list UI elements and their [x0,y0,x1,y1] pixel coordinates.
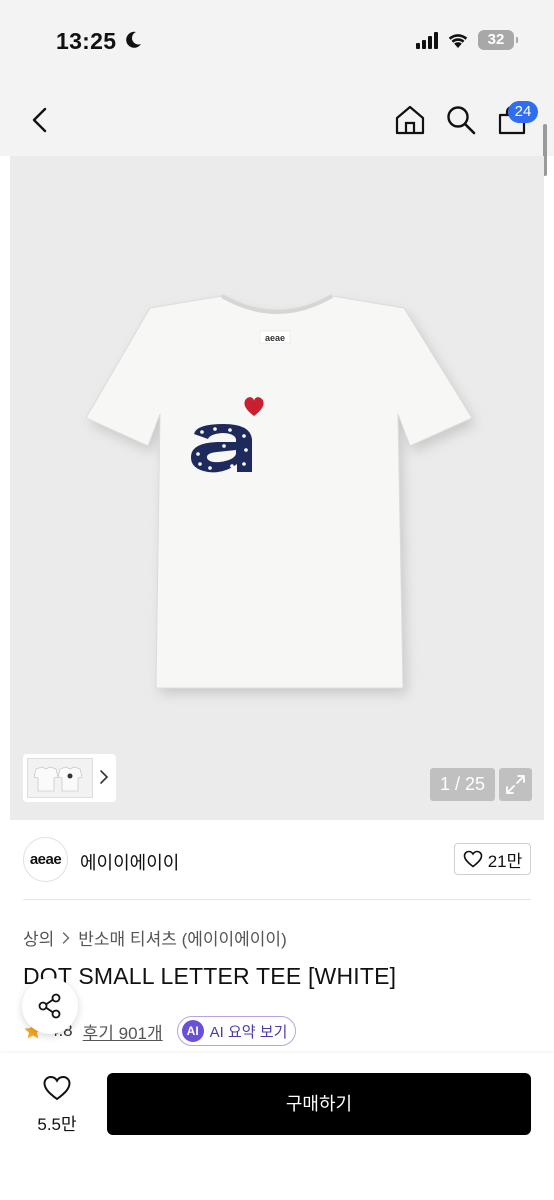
heart-outline-icon [43,1075,71,1101]
divider [23,899,531,900]
bottom-action-bar: 5.5만 구매하기 [0,1053,554,1200]
product-image-gallery[interactable]: aeae 1 / 25 [10,156,544,820]
brand-row: aeae 에이이에이이 21만 [0,820,554,900]
moon-icon [126,31,141,48]
ai-summary-label: AI 요약 보기 [209,1023,288,1041]
wifi-icon [448,34,468,48]
share-button[interactable] [22,978,78,1034]
status-bar: 13:25 32 [0,0,554,86]
product-image: aeae [85,294,476,694]
breadcrumb-item-subcategory[interactable]: 반소매 티셔츠 (에이이에이이) [78,925,286,950]
top-nav: 24 [0,86,554,156]
ai-summary-button[interactable]: AI AI 요약 보기 [176,1016,297,1046]
status-indicators: 32 [416,30,518,50]
brand-like-count: 21만 [487,851,523,871]
breadcrumb: 상의 반소매 티셔츠 (에이이에이이) [23,925,287,950]
search-icon[interactable] [445,104,477,136]
wishlist-button[interactable]: 5.5만 [24,1075,90,1135]
brand-like-button[interactable]: 21만 [454,843,531,875]
heart-outline-icon [463,850,483,868]
home-icon[interactable] [394,104,426,136]
chevron-right-icon[interactable] [99,769,109,785]
review-count-link[interactable]: 후기 901개 [83,1019,163,1044]
brand-name[interactable]: 에이이에이이 [80,849,179,875]
product-title: DOT SMALL LETTER TEE [WHITE] [23,963,397,989]
expand-button[interactable] [499,768,532,801]
back-icon[interactable] [26,104,56,136]
cart-count-badge: 24 [508,101,538,123]
thumbnail-image[interactable] [27,758,93,798]
share-icon [38,993,61,1019]
battery-icon: 32 [478,30,518,50]
thumbnail-strip[interactable] [23,754,116,802]
expand-icon [506,775,525,794]
chevron-right-icon [63,931,70,944]
wishlist-count: 5.5만 [37,1115,77,1134]
breadcrumb-item-category[interactable]: 상의 [23,925,54,950]
neck-tag-label: aeae [265,333,285,343]
ai-badge-icon: AI [181,1020,204,1042]
thumbnail-preview [33,766,83,792]
signal-icon [416,31,438,49]
status-time: 13:25 [56,28,117,54]
image-page-counter: 1 / 25 [430,768,495,801]
brand-logo[interactable]: aeae [23,837,68,882]
buy-button[interactable]: 구매하기 [107,1073,531,1135]
